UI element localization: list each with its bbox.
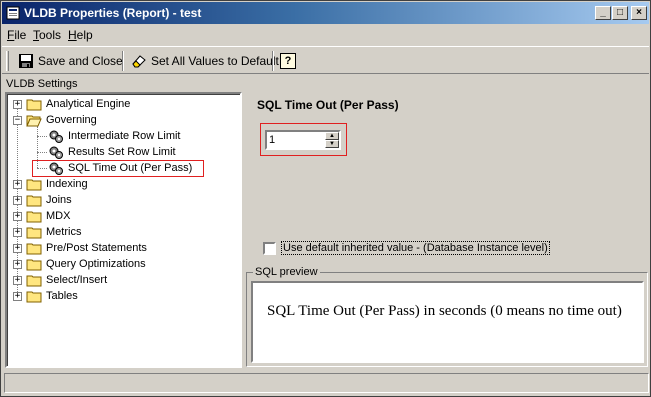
set-all-default-button[interactable]: Set All Values to Default bbox=[131, 50, 279, 72]
tree-node-indexing[interactable]: + Indexing bbox=[13, 176, 88, 192]
status-bar bbox=[4, 373, 649, 393]
expand-icon[interactable]: + bbox=[13, 259, 22, 269]
tree-node-label: Intermediate Row Limit bbox=[68, 130, 181, 142]
help-button[interactable]: ? bbox=[280, 50, 296, 72]
tree-node-metrics[interactable]: + Metrics bbox=[13, 224, 81, 240]
timeout-value-input[interactable] bbox=[269, 133, 325, 147]
tree-node-label: Joins bbox=[46, 194, 72, 206]
toolbar-grip[interactable] bbox=[6, 51, 9, 71]
expand-icon[interactable]: + bbox=[13, 195, 22, 205]
menu-file[interactable]: File bbox=[7, 28, 26, 42]
vldb-properties-window: VLDB Properties (Report) - test _ □ × Fi… bbox=[0, 0, 651, 397]
setting-panel: SQL Time Out (Per Pass) ▲ ▼ Use default … bbox=[245, 92, 649, 368]
save-and-close-label: Save and Close bbox=[38, 54, 123, 68]
collapse-icon[interactable]: − bbox=[13, 115, 22, 125]
expand-icon[interactable]: + bbox=[13, 291, 22, 301]
expand-icon[interactable]: + bbox=[13, 99, 22, 109]
close-button[interactable]: × bbox=[631, 6, 647, 20]
toolbar-separator bbox=[122, 51, 124, 71]
sql-preview-text: SQL Time Out (Per Pass) in seconds (0 me… bbox=[267, 303, 622, 319]
folder-icon bbox=[26, 211, 42, 222]
menu-bar: File Tools Help bbox=[2, 25, 649, 45]
spin-up-icon[interactable]: ▲ bbox=[325, 132, 339, 140]
tree-node-label: Indexing bbox=[46, 178, 88, 190]
expand-icon[interactable]: + bbox=[13, 211, 22, 221]
menu-tools-label: ools bbox=[39, 28, 62, 42]
selection-highlight bbox=[32, 160, 204, 177]
tree-node-intermediate-row-limit[interactable]: Intermediate Row Limit bbox=[48, 128, 181, 144]
use-default-label[interactable]: Use default inherited value - (Database … bbox=[281, 241, 550, 255]
maximize-button[interactable]: □ bbox=[612, 6, 628, 20]
tree-node-select-insert[interactable]: + Select/Insert bbox=[13, 272, 107, 288]
menu-help-mnemonic: H bbox=[68, 28, 77, 42]
folder-icon bbox=[26, 227, 42, 238]
tree-node-governing[interactable]: − Governing bbox=[13, 112, 97, 128]
tree-node-label: MDX bbox=[46, 210, 71, 222]
eraser-icon bbox=[132, 55, 146, 68]
toolbar: Save and Close Set All Values to Default… bbox=[2, 46, 649, 74]
folder-icon bbox=[26, 99, 42, 110]
spin-down-icon[interactable]: ▼ bbox=[325, 140, 339, 148]
timeout-spinner[interactable]: ▲ ▼ bbox=[265, 130, 341, 150]
sql-preview-legend: SQL preview bbox=[253, 266, 320, 278]
sql-preview-group: SQL preview SQL Time Out (Per Pass) in s… bbox=[246, 266, 648, 367]
help-icon: ? bbox=[280, 53, 296, 69]
tree-node-label: Query Optimizations bbox=[46, 258, 146, 270]
tree-connector-h bbox=[37, 136, 47, 137]
folder-icon bbox=[26, 195, 42, 206]
tree-node-tables[interactable]: + Tables bbox=[13, 288, 78, 304]
menu-tools[interactable]: Tools bbox=[33, 28, 61, 42]
tree-node-pre-post-statements[interactable]: + Pre/Post Statements bbox=[13, 240, 147, 256]
folder-icon bbox=[26, 259, 42, 270]
tree-node-mdx[interactable]: + MDX bbox=[13, 208, 70, 224]
title-bar[interactable]: VLDB Properties (Report) - test _ □ × bbox=[2, 2, 649, 24]
gear-icon bbox=[49, 146, 63, 159]
folder-open-icon bbox=[26, 115, 42, 126]
tree-node-label: Pre/Post Statements bbox=[46, 242, 147, 254]
folder-icon bbox=[26, 291, 42, 302]
tree-node-joins[interactable]: + Joins bbox=[13, 192, 72, 208]
use-default-row[interactable]: Use default inherited value - (Database … bbox=[263, 241, 550, 255]
gear-icon bbox=[49, 130, 63, 143]
tree-node-label: Tables bbox=[46, 290, 78, 302]
folder-icon bbox=[26, 179, 42, 190]
toolbar-separator-2 bbox=[272, 51, 274, 71]
minimize-button[interactable]: _ bbox=[595, 6, 611, 20]
expand-icon[interactable]: + bbox=[13, 275, 22, 285]
sql-preview-box[interactable]: SQL Time Out (Per Pass) in seconds (0 me… bbox=[251, 281, 644, 363]
expand-icon[interactable]: + bbox=[13, 179, 22, 189]
folder-icon bbox=[26, 243, 42, 254]
folder-icon bbox=[26, 275, 42, 286]
tree-node-label: Governing bbox=[46, 114, 97, 126]
tree-node-results-set-row-limit[interactable]: Results Set Row Limit bbox=[48, 144, 176, 160]
menu-help-label: elp bbox=[76, 28, 93, 42]
floppy-disk-icon bbox=[19, 54, 33, 68]
tree-node-label: Metrics bbox=[46, 226, 82, 238]
tree-connector-h bbox=[37, 152, 47, 153]
tree-node-label: Results Set Row Limit bbox=[68, 146, 176, 158]
settings-tree[interactable]: + Analytical Engine − Governing Intermed… bbox=[5, 92, 242, 368]
tree-node-label: Select/Insert bbox=[46, 274, 108, 286]
expand-icon[interactable]: + bbox=[13, 227, 22, 237]
vldb-settings-label: VLDB Settings bbox=[6, 78, 78, 90]
setting-title: SQL Time Out (Per Pass) bbox=[257, 98, 399, 112]
save-and-close-button[interactable]: Save and Close bbox=[18, 50, 123, 72]
menu-help[interactable]: Help bbox=[68, 28, 93, 42]
menu-file-label: ile bbox=[14, 28, 27, 42]
app-icon bbox=[6, 6, 20, 20]
set-all-default-label: Set All Values to Default bbox=[151, 54, 279, 68]
spinner-arrows: ▲ ▼ bbox=[325, 132, 339, 148]
tree-node-label: Analytical Engine bbox=[46, 98, 131, 110]
tree-node-analytical-engine[interactable]: + Analytical Engine bbox=[13, 96, 130, 112]
use-default-checkbox[interactable] bbox=[263, 241, 276, 255]
tree-node-query-optimizations[interactable]: + Query Optimizations bbox=[13, 256, 146, 272]
expand-icon[interactable]: + bbox=[13, 243, 22, 253]
window-title: VLDB Properties (Report) - test bbox=[24, 6, 202, 20]
